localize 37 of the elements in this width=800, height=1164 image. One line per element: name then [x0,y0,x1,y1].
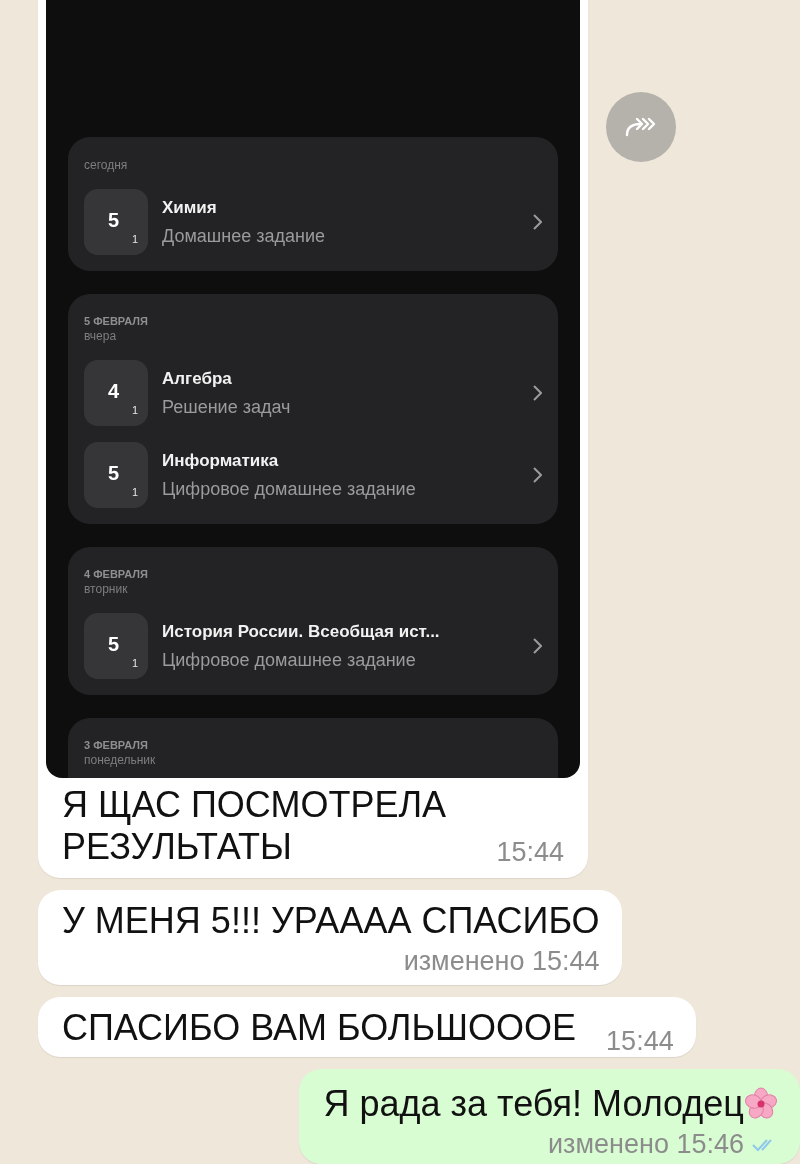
message-time: 15:44 [496,837,564,868]
date-heading: 4 ФЕВРАЛЯ [84,567,149,581]
work-type: Домашнее задание [162,225,326,247]
grade-weight: 1 [132,486,139,498]
message-text: У МЕНЯ 5!!! УРАААА СПАСИБО [62,900,600,942]
grade-weight: 1 [132,233,139,245]
chevron-icon [533,385,542,401]
message-time: изменено 15:44 [403,946,600,977]
message-text: Я ЩАС ПОСМОТРЕЛА РЕЗУЛЬТАТЫ [62,784,448,868]
message-text: Я рада за тебя! Молодец [323,1083,744,1125]
forward-icon [624,115,658,139]
work-type: Цифровое домашнее задание [162,478,417,500]
message-time: изменено 15:46 [548,1129,744,1160]
weekday-label: сегодня [84,157,129,173]
flower-icon [744,1087,778,1121]
grade: 5 [108,462,120,485]
subject-name: Химия [162,197,218,218]
grade: 5 [108,633,120,656]
work-type: Решение задач [162,396,292,418]
work-type: Цифровое домашнее задание [162,649,417,671]
subject-name: Информатика [162,450,280,471]
subject-name: Алгебра [162,368,233,389]
chevron-icon [533,214,542,230]
grade: 5 [108,209,120,232]
weekday-label: понедельник [84,752,157,768]
chevron-icon [533,467,542,483]
grade-weight: 1 [132,404,139,416]
message-text: СПАСИБО ВАМ БОЛЬШОООЕ [62,1007,577,1049]
grade: 4 [108,380,120,403]
chevron-icon [533,638,542,654]
date-heading: 5 ФЕВРАЛЯ [84,314,149,328]
message-time: 15:44 [606,1026,674,1057]
date-heading: 3 ФЕВРАЛЯ [84,738,149,752]
weekday-label: вчера [84,328,118,344]
subject-name: История России. Всеобщая ист... [162,621,441,642]
weekday-label: вторник [84,581,129,597]
grade-weight: 1 [132,657,139,669]
